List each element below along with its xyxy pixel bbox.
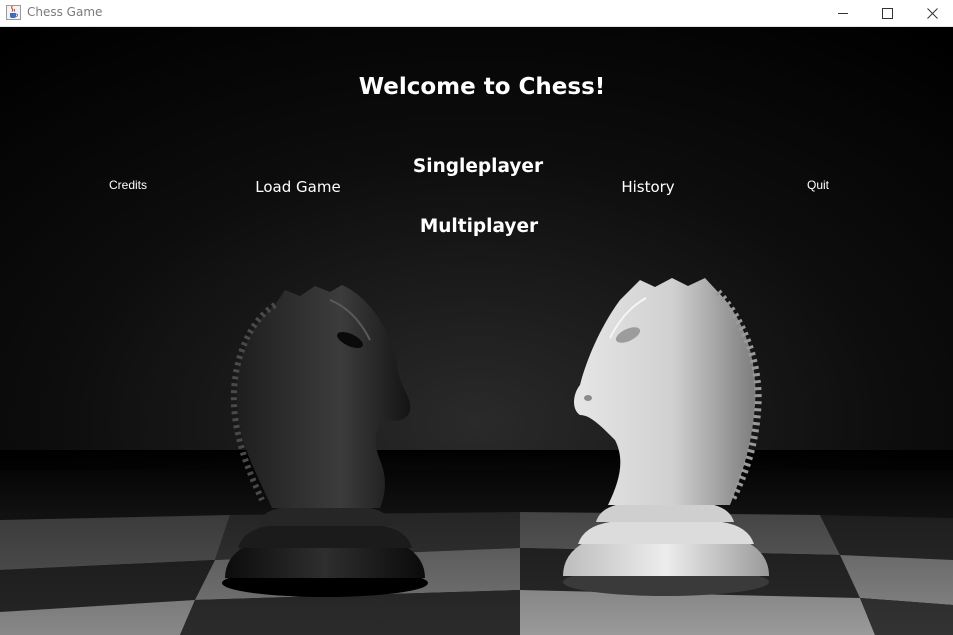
close-button[interactable] — [909, 0, 953, 26]
singleplayer-button[interactable]: Singleplayer — [413, 156, 543, 177]
minimize-button[interactable] — [820, 0, 866, 26]
credits-button[interactable]: Credits — [109, 178, 147, 192]
minimize-icon — [837, 12, 848, 14]
load-game-button[interactable]: Load Game — [255, 178, 340, 196]
multiplayer-button[interactable]: Multiplayer — [420, 216, 538, 237]
history-button[interactable]: History — [621, 178, 674, 196]
close-icon — [926, 7, 938, 19]
welcome-heading: Welcome to Chess! — [358, 74, 606, 100]
title-bar: Chess Game — [0, 0, 953, 27]
java-cup-icon — [6, 5, 21, 20]
main-menu-panel: Welcome to Chess! Singleplayer Multiplay… — [0, 27, 953, 635]
chess-knights-background — [0, 27, 953, 635]
maximize-button[interactable] — [864, 0, 910, 26]
maximize-icon — [881, 7, 893, 19]
chessboard — [0, 450, 953, 635]
window-title: Chess Game — [27, 5, 103, 19]
quit-button[interactable]: Quit — [807, 178, 829, 192]
